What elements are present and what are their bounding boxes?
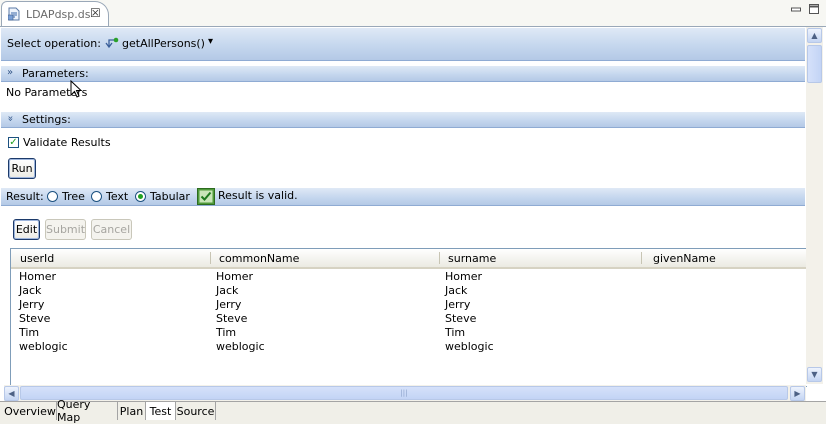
- cell-commonname: Homer: [216, 270, 254, 283]
- editor-tab[interactable]: LDAPdsp.ds ☒: [1, 1, 109, 26]
- column-separator[interactable]: [641, 252, 642, 264]
- column-header-userid[interactable]: userId: [20, 252, 54, 265]
- column-header-commonname[interactable]: commonName: [219, 252, 299, 265]
- radio-text-label: Text: [106, 190, 129, 203]
- cell-surname: Jerry: [445, 298, 471, 311]
- operation-select[interactable]: getAllPersons(): [122, 37, 205, 50]
- parameters-section-header[interactable]: » Parameters:: [1, 65, 805, 82]
- cell-userid: Jack: [19, 284, 42, 297]
- cell-surname: Steve: [445, 312, 477, 325]
- cell-commonname: Tim: [216, 326, 237, 339]
- cell-userid: Homer: [19, 270, 57, 283]
- cell-commonname: Jack: [216, 284, 239, 297]
- scroll-down-icon[interactable]: ▼: [807, 367, 822, 382]
- column-header-givenname[interactable]: givenName: [653, 252, 716, 265]
- radio-tree[interactable]: [47, 191, 58, 202]
- table-row[interactable]: Steve Steve Steve: [11, 312, 807, 326]
- radio-tabular-label: Tabular: [150, 190, 190, 203]
- run-button[interactable]: Run: [8, 158, 36, 179]
- submit-button[interactable]: Submit: [45, 219, 86, 240]
- mouse-pointer-icon: [70, 80, 82, 98]
- edit-button[interactable]: Edit: [13, 219, 40, 240]
- tab-test[interactable]: Test: [146, 402, 176, 420]
- radio-tabular[interactable]: [135, 191, 146, 202]
- column-separator[interactable]: [439, 252, 440, 264]
- table-row[interactable]: Jerry Jerry Jerry: [11, 298, 807, 312]
- dropdown-arrow-icon[interactable]: ▾: [208, 36, 213, 47]
- cell-userid: Jerry: [19, 298, 45, 311]
- cell-commonname: Jerry: [216, 298, 242, 311]
- parameters-title: Parameters:: [22, 67, 89, 80]
- column-header-surname[interactable]: surname: [448, 252, 496, 265]
- validate-results-label: Validate Results: [23, 136, 111, 149]
- cancel-button[interactable]: Cancel: [91, 219, 132, 240]
- operation-icon: [105, 37, 119, 49]
- column-separator[interactable]: [210, 252, 211, 264]
- scroll-up-icon[interactable]: ▲: [807, 28, 822, 43]
- result-bar: Result: Tree Text Tabular Result is vali…: [1, 187, 805, 206]
- settings-section-header[interactable]: » Settings:: [1, 111, 805, 128]
- horizontal-scrollbar[interactable]: ◀ ||| ▶: [4, 385, 806, 401]
- operation-label: Select operation:: [7, 37, 101, 50]
- file-icon: [8, 7, 20, 21]
- table-row[interactable]: Tim Tim Tim: [11, 326, 807, 340]
- table-row[interactable]: Homer Homer Homer: [11, 270, 807, 284]
- vertical-scroll-thumb[interactable]: [807, 45, 822, 83]
- result-label: Result:: [6, 190, 44, 203]
- cell-surname: Homer: [445, 270, 483, 283]
- cell-commonname: Steve: [216, 312, 248, 325]
- cell-userid: Tim: [19, 326, 40, 339]
- close-icon[interactable]: ☒: [90, 6, 101, 20]
- cell-commonname: weblogic: [216, 340, 265, 353]
- cell-userid: Steve: [19, 312, 51, 325]
- radio-text[interactable]: [91, 191, 102, 202]
- table-row[interactable]: weblogic weblogic weblogic: [11, 340, 807, 354]
- settings-title: Settings:: [22, 113, 71, 126]
- editor-tab-title: LDAPdsp.ds: [26, 8, 91, 21]
- scroll-left-icon[interactable]: ◀: [4, 386, 19, 401]
- validate-results-checkbox[interactable]: ✓: [8, 137, 19, 148]
- maximize-icon[interactable]: [808, 3, 820, 15]
- valid-check-icon: [197, 188, 215, 205]
- collapse-icon[interactable]: »: [7, 67, 13, 78]
- result-status: Result is valid.: [218, 189, 298, 202]
- minimize-icon[interactable]: [790, 3, 802, 15]
- cell-surname: weblogic: [445, 340, 494, 353]
- result-table: userId commonName surname givenName Home…: [10, 248, 807, 387]
- operation-bar: Select operation: getAllPersons() ▾: [1, 27, 805, 61]
- cell-surname: Tim: [445, 326, 466, 339]
- tab-source[interactable]: Source: [176, 402, 216, 420]
- horizontal-scroll-thumb[interactable]: |||: [20, 386, 788, 400]
- tab-overview[interactable]: Overview: [4, 402, 57, 420]
- table-row[interactable]: Jack Jack Jack: [11, 284, 807, 298]
- cell-userid: weblogic: [19, 340, 68, 353]
- cell-surname: Jack: [445, 284, 468, 297]
- vertical-scrollbar[interactable]: ▲ ▼: [806, 27, 823, 384]
- table-header: userId commonName surname givenName: [11, 249, 807, 269]
- radio-tree-label: Tree: [62, 190, 85, 203]
- expand-icon[interactable]: »: [5, 115, 16, 121]
- tab-plan[interactable]: Plan: [118, 402, 146, 420]
- tab-query-map[interactable]: Query Map: [57, 398, 118, 424]
- scroll-right-icon[interactable]: ▶: [790, 386, 805, 401]
- editor-tab-strip: LDAPdsp.ds ☒: [0, 0, 826, 27]
